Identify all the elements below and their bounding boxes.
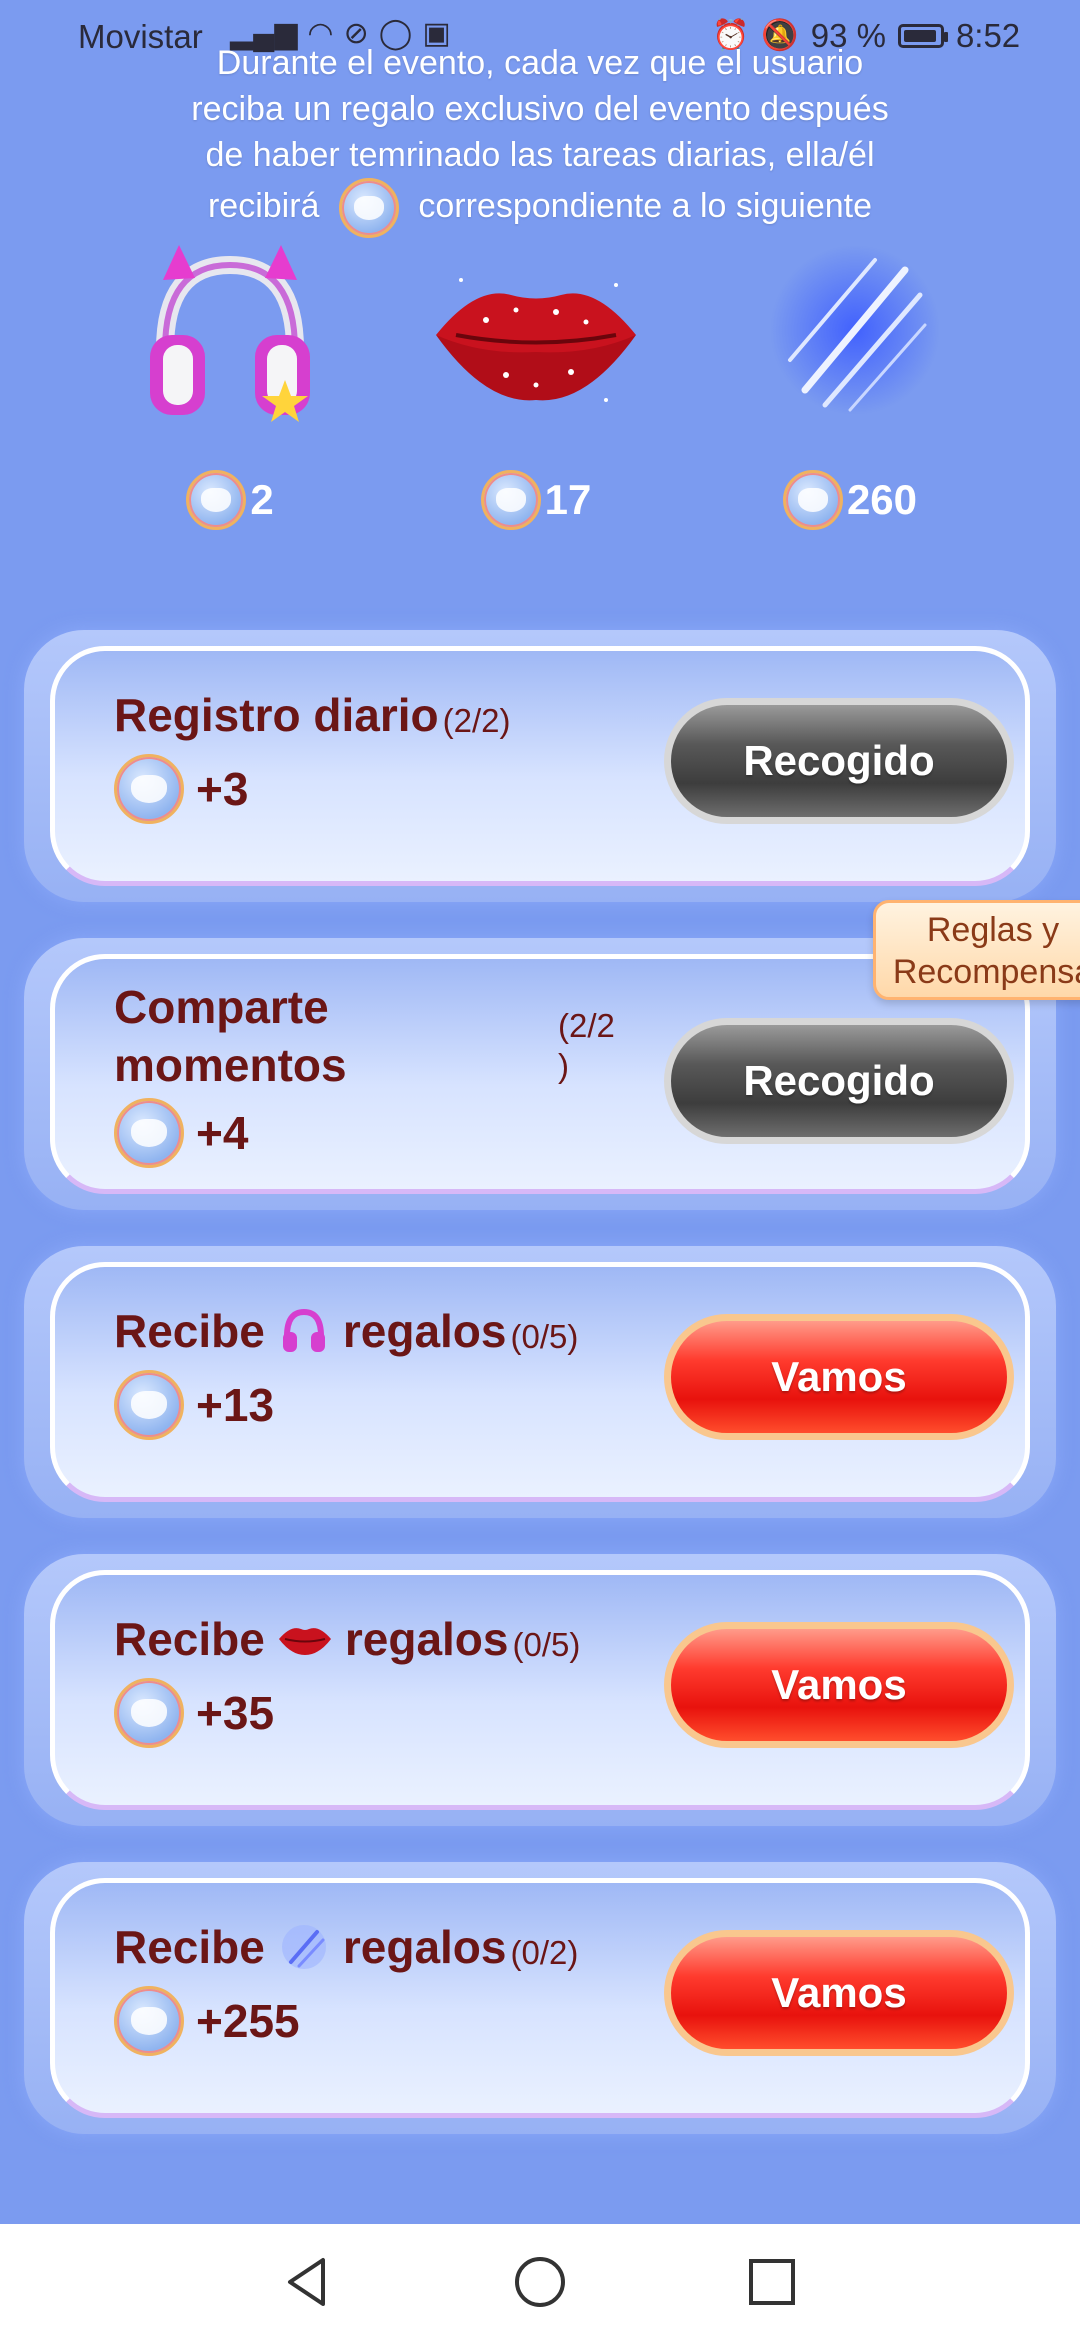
handshake-token-icon (782, 470, 843, 530)
task-title-line2: momentos (114, 1039, 347, 1091)
lips-gift-icon (278, 1628, 331, 1655)
task-card-receive-meteor: Recibe regalos (0/2) +255 Vamos (24, 1862, 1056, 2134)
headphones-gift-icon (150, 245, 310, 422)
task-reward: +13 (196, 1379, 275, 1431)
task-card-receive-headphones: Recibe regalos (0/5) +13 Vamos (24, 1246, 1056, 1518)
task-title-prefix: Recibe (114, 1305, 265, 1357)
task-card-daily-checkin: Registro diario (2/2) +3 Recogido (24, 630, 1056, 902)
collected-button[interactable]: Recogido (664, 698, 1014, 824)
task-progress: (0/2) (510, 1934, 579, 1971)
gift-item-lips[interactable]: 17 (386, 240, 686, 530)
lips-gift-icon (436, 278, 636, 402)
event-description: Durante el evento, cada vez que el usuar… (60, 40, 1020, 238)
headphones-gift-icon (282, 1308, 325, 1352)
handshake-token-icon (338, 178, 399, 238)
gift-item-headphones[interactable]: 2 (80, 240, 380, 530)
task-card-receive-lips: Recibe regalos (0/5) +35 Vamos (24, 1554, 1056, 1826)
handshake-token-icon (186, 470, 247, 530)
task-title-prefix: Recibe (114, 1921, 265, 1973)
task-title-prefix: Recibe (114, 1613, 265, 1665)
task-progress: (2/2 (558, 1007, 615, 1044)
go-button[interactable]: Vamos (664, 1314, 1014, 1440)
gift-cost: 2 (250, 476, 274, 523)
task-progress: (2/2) (442, 702, 511, 739)
task-title-suffix: regalos (344, 1613, 509, 1665)
back-triangle-icon[interactable] (278, 2252, 338, 2312)
collected-button[interactable]: Recogido (664, 1018, 1014, 1144)
handshake-token-icon (114, 1986, 184, 2056)
meteor-gift-icon (770, 245, 940, 415)
task-reward: +4 (196, 1107, 249, 1159)
navigation-bar (0, 2224, 1080, 2340)
gift-list: 2 17 260 (0, 240, 1080, 570)
handshake-token-icon (114, 1678, 184, 1748)
task-reward: +35 (196, 1687, 275, 1739)
task-progress: (0/5) (512, 1626, 581, 1663)
handshake-token-icon (114, 754, 184, 824)
gift-cost: 260 (846, 476, 918, 523)
task-title-line1: Comparte (114, 981, 329, 1033)
task-reward: +3 (196, 763, 249, 815)
gift-item-meteor[interactable]: 260 (700, 240, 1000, 530)
handshake-token-icon (114, 1098, 184, 1168)
handshake-token-icon (114, 1370, 184, 1440)
go-button[interactable]: Vamos (664, 1622, 1014, 1748)
task-title-suffix: regalos (342, 1305, 507, 1357)
task-progress: (0/5) (510, 1318, 579, 1355)
handshake-token-icon (480, 470, 541, 530)
task-title-suffix: regalos (342, 1921, 507, 1973)
recents-square-icon[interactable] (742, 2252, 802, 2312)
task-reward: +255 (196, 1995, 300, 2047)
task-title: Registro diario (114, 689, 439, 741)
gift-cost: 17 (544, 476, 592, 523)
home-circle-icon[interactable] (510, 2252, 570, 2312)
meteor-gift-icon (281, 1925, 326, 1969)
go-button[interactable]: Vamos (664, 1930, 1014, 2056)
rules-and-rewards-tab[interactable]: Reglas y Recompensa (873, 900, 1080, 1000)
